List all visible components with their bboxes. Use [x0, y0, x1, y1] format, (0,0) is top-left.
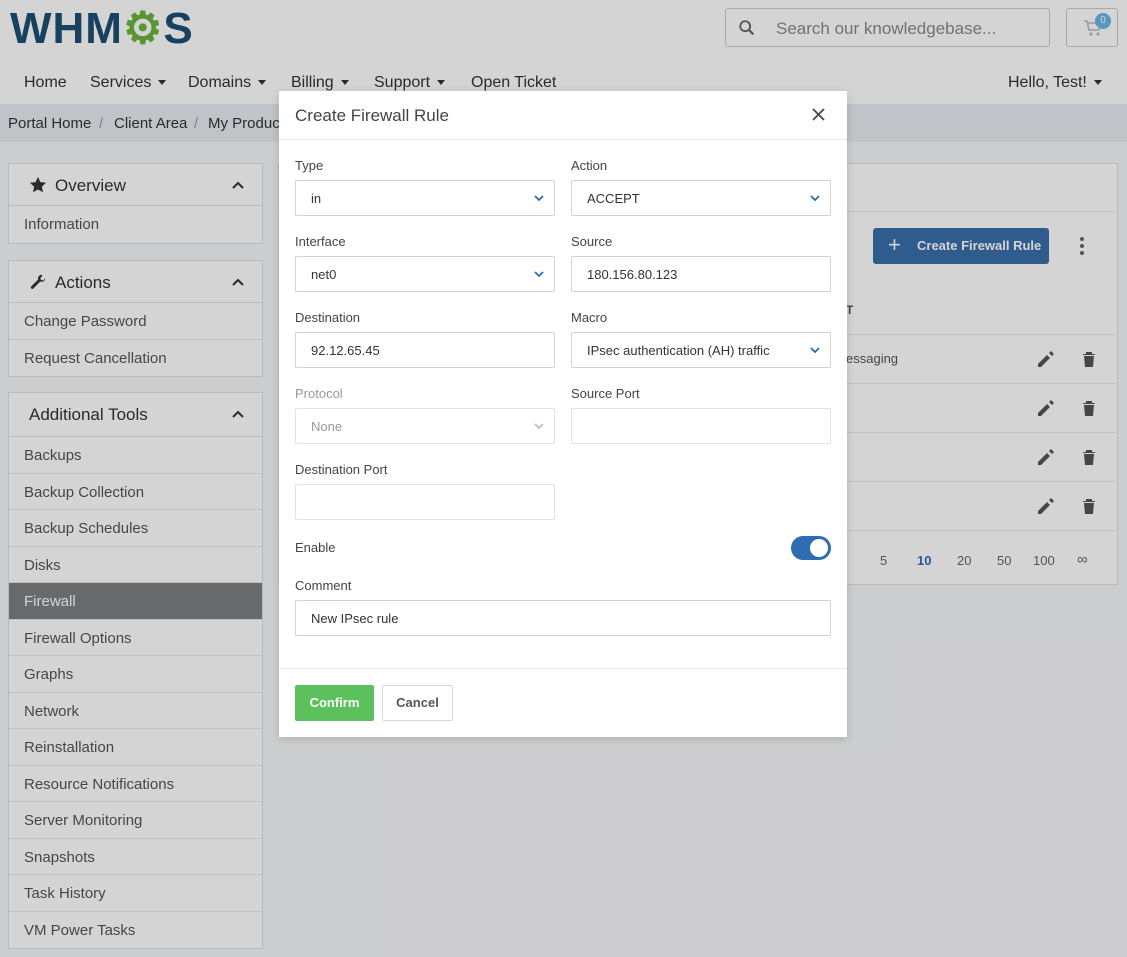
interface-select[interactable]: net0	[295, 256, 555, 292]
enable-toggle[interactable]	[791, 536, 831, 560]
create-firewall-rule-modal: Create Firewall Rule Type in Action ACCE…	[279, 91, 847, 737]
destination-port-label: Destination Port	[295, 462, 388, 477]
source-label: Source	[571, 234, 613, 249]
chevron-down-icon	[534, 195, 544, 202]
comment-label: Comment	[295, 578, 352, 593]
modal-header-divider	[279, 139, 847, 140]
type-select[interactable]: in	[295, 180, 555, 216]
destination-input[interactable]: 92.12.65.45	[295, 332, 555, 368]
chevron-down-icon	[810, 347, 820, 354]
macro-label: Macro	[571, 310, 608, 325]
comment-input[interactable]: New IPsec rule	[295, 600, 831, 636]
source-port-label: Source Port	[571, 386, 640, 401]
interface-label: Interface	[295, 234, 346, 249]
type-label: Type	[295, 158, 324, 173]
destination-label: Destination	[295, 310, 361, 325]
close-icon[interactable]	[811, 107, 826, 122]
protocol-label: Protocol	[295, 386, 343, 401]
action-select[interactable]: ACCEPT	[571, 180, 831, 216]
confirm-button[interactable]: Confirm	[295, 685, 374, 721]
protocol-select[interactable]: None	[295, 408, 555, 444]
toggle-knob	[810, 539, 828, 557]
chevron-down-icon	[534, 271, 544, 278]
source-input[interactable]: 180.156.80.123	[571, 256, 831, 292]
macro-select[interactable]: IPsec authentication (AH) traffic	[571, 332, 831, 368]
source-port-input[interactable]	[571, 408, 831, 444]
action-label: Action	[571, 158, 608, 173]
modal-title: Create Firewall Rule	[295, 106, 449, 125]
chevron-down-icon	[810, 195, 820, 202]
destination-port-input[interactable]	[295, 484, 555, 520]
enable-label: Enable	[295, 540, 336, 555]
chevron-down-icon	[534, 423, 544, 430]
modal-footer-divider	[279, 668, 847, 669]
cancel-button[interactable]: Cancel	[382, 685, 453, 721]
